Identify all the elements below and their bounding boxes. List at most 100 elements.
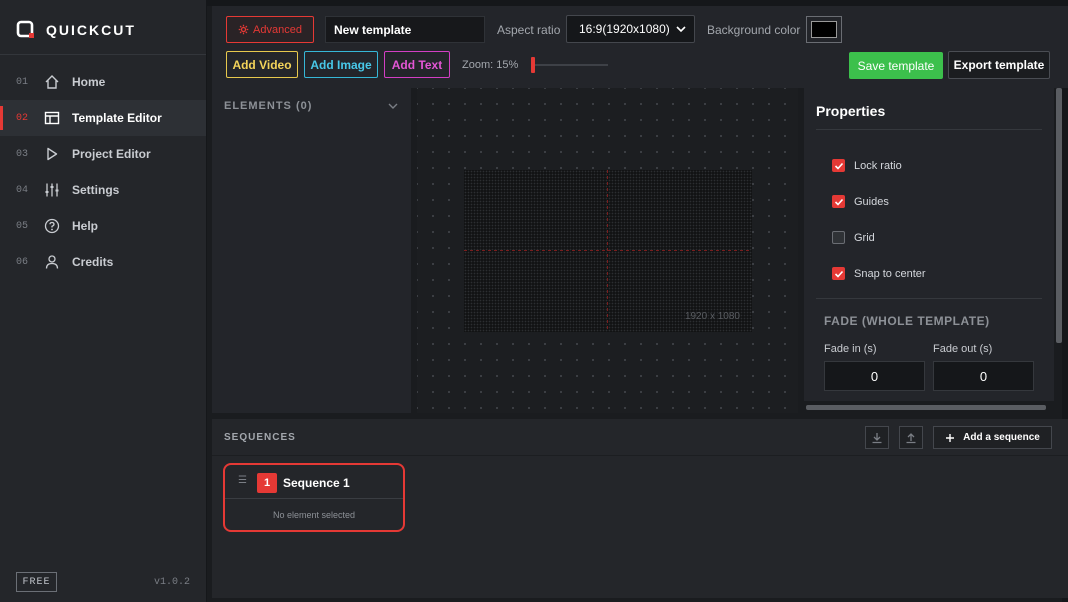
checkbox-checked bbox=[832, 195, 845, 208]
fade-in-input[interactable]: 0 bbox=[824, 361, 925, 391]
nav-number: 02 bbox=[16, 112, 29, 124]
play-icon bbox=[44, 146, 72, 162]
help-icon bbox=[44, 218, 72, 234]
nav-number: 06 bbox=[16, 256, 29, 268]
sidebar-item-label: Settings bbox=[72, 183, 120, 197]
checkbox-checked bbox=[832, 267, 845, 280]
zoom-slider-thumb[interactable] bbox=[531, 57, 535, 73]
sidebar-item-template-editor[interactable]: 02 Template Editor bbox=[0, 100, 206, 136]
add-video-button[interactable]: Add Video bbox=[226, 51, 298, 78]
check-icon bbox=[834, 162, 843, 170]
checkbox-checked bbox=[832, 159, 845, 172]
sidebar: QUICKCUT 01 Home 02 Template Editor 03 P… bbox=[0, 0, 207, 602]
aspect-ratio-value: 16:9(1920x1080) bbox=[579, 22, 670, 36]
sequence-number-badge: 1 bbox=[257, 473, 277, 493]
checkbox-label: Snap to center bbox=[854, 267, 926, 280]
fade-out-label: Fade out (s) bbox=[933, 343, 993, 355]
properties-panel: Properties Lock ratio Guides Grid Snap t… bbox=[804, 88, 1054, 401]
sidebar-item-label: Project Editor bbox=[72, 147, 151, 161]
lock-ratio-checkbox[interactable]: Lock ratio bbox=[832, 159, 902, 172]
drag-handle-icon[interactable]: ☰ bbox=[238, 475, 247, 486]
checkbox-unchecked bbox=[832, 231, 845, 244]
sidebar-item-label: Template Editor bbox=[72, 111, 162, 125]
home-icon bbox=[44, 74, 72, 90]
template-stage[interactable]: 1920 x 1080 bbox=[464, 170, 752, 332]
nav-number: 01 bbox=[16, 76, 29, 88]
color-swatch bbox=[811, 21, 837, 38]
quickcut-logo-icon bbox=[16, 20, 34, 38]
sequence-card-divider bbox=[225, 498, 403, 499]
check-icon bbox=[834, 270, 843, 278]
elements-panel: ELEMENTS (0) bbox=[212, 88, 411, 413]
fade-out-input[interactable]: 0 bbox=[933, 361, 1034, 391]
checkbox-label: Lock ratio bbox=[854, 159, 902, 172]
properties-vertical-scrollbar[interactable] bbox=[1056, 88, 1062, 343]
export-sequence-button[interactable] bbox=[899, 426, 923, 449]
check-icon bbox=[834, 198, 843, 206]
nav-number: 03 bbox=[16, 148, 29, 160]
add-sequence-button[interactable]: Add a sequence bbox=[933, 426, 1052, 449]
sidebar-item-label: Home bbox=[72, 75, 106, 89]
properties-horizontal-scrollbar[interactable] bbox=[806, 405, 1046, 410]
app-name: QUICKCUT bbox=[46, 22, 136, 38]
chevron-down-icon bbox=[676, 26, 686, 33]
aspect-ratio-label: Aspect ratio bbox=[497, 23, 561, 37]
sliders-icon bbox=[44, 182, 72, 198]
sidebar-item-settings[interactable]: 04 Settings bbox=[0, 172, 206, 208]
advanced-label: Advanced bbox=[253, 23, 302, 36]
sequences-divider bbox=[212, 455, 1068, 456]
elements-title: ELEMENTS (0) bbox=[224, 100, 313, 112]
add-text-button[interactable]: Add Text bbox=[384, 51, 450, 78]
guides-checkbox[interactable]: Guides bbox=[832, 195, 889, 208]
download-icon bbox=[872, 432, 882, 443]
aspect-ratio-select[interactable]: 16:9(1920x1080) bbox=[566, 15, 695, 43]
plus-icon bbox=[946, 433, 955, 442]
add-image-button[interactable]: Add Image bbox=[304, 51, 378, 78]
checkbox-label: Guides bbox=[854, 195, 889, 208]
sidebar-item-home[interactable]: 01 Home bbox=[0, 64, 206, 100]
fade-section-title: FADE (WHOLE TEMPLATE) bbox=[824, 314, 990, 328]
import-sequence-button[interactable] bbox=[865, 426, 889, 449]
gear-icon bbox=[238, 24, 249, 35]
snap-to-center-checkbox[interactable]: Snap to center bbox=[832, 267, 926, 280]
sequence-status: No element selected bbox=[272, 510, 356, 520]
sidebar-nav: 01 Home 02 Template Editor 03 Project Ed… bbox=[0, 64, 206, 280]
nav-number: 04 bbox=[16, 184, 29, 196]
sidebar-item-label: Credits bbox=[72, 255, 114, 269]
background-color-picker[interactable] bbox=[806, 16, 842, 43]
checkbox-label: Grid bbox=[854, 231, 875, 244]
properties-title: Properties bbox=[816, 103, 886, 119]
app-logo[interactable]: QUICKCUT bbox=[16, 20, 136, 40]
sidebar-item-help[interactable]: 05 Help bbox=[0, 208, 206, 244]
add-sequence-label: Add a sequence bbox=[963, 432, 1040, 443]
sidebar-divider bbox=[0, 54, 206, 55]
sequences-panel: SEQUENCES Add a sequence ☰ 1 Sequence 1 … bbox=[212, 419, 1068, 598]
save-template-button[interactable]: Save template bbox=[849, 52, 943, 79]
user-icon bbox=[44, 254, 72, 270]
template-toolbar: Advanced New template Aspect ratio 16:9(… bbox=[212, 6, 1068, 88]
sequence-name: Sequence 1 bbox=[283, 476, 350, 490]
plan-badge: FREE bbox=[16, 572, 57, 592]
sequences-title: SEQUENCES bbox=[224, 432, 296, 443]
zoom-label: Zoom: 15% bbox=[462, 59, 519, 71]
background-color-label: Background color bbox=[707, 23, 801, 37]
template-name-input[interactable]: New template bbox=[325, 16, 485, 43]
chevron-down-icon[interactable] bbox=[387, 100, 399, 112]
editor-canvas[interactable]: 1920 x 1080 bbox=[417, 88, 798, 413]
grid-checkbox[interactable]: Grid bbox=[832, 231, 875, 244]
nav-number: 05 bbox=[16, 220, 29, 232]
sequence-card[interactable]: ☰ 1 Sequence 1 No element selected bbox=[223, 463, 405, 532]
sidebar-item-label: Help bbox=[72, 219, 99, 233]
fade-in-label: Fade in (s) bbox=[824, 343, 877, 355]
sidebar-item-project-editor[interactable]: 03 Project Editor bbox=[0, 136, 206, 172]
properties-divider bbox=[816, 129, 1042, 130]
export-template-button[interactable]: Export template bbox=[948, 51, 1050, 79]
layout-icon bbox=[44, 110, 72, 126]
sidebar-item-credits[interactable]: 06 Credits bbox=[0, 244, 206, 280]
horizontal-center-guide bbox=[464, 250, 752, 251]
advanced-button[interactable]: Advanced bbox=[226, 16, 314, 43]
vertical-center-guide bbox=[607, 170, 608, 332]
app-version: v1.0.2 bbox=[153, 577, 190, 588]
upload-icon bbox=[906, 432, 916, 443]
zoom-slider-track[interactable] bbox=[532, 64, 608, 66]
